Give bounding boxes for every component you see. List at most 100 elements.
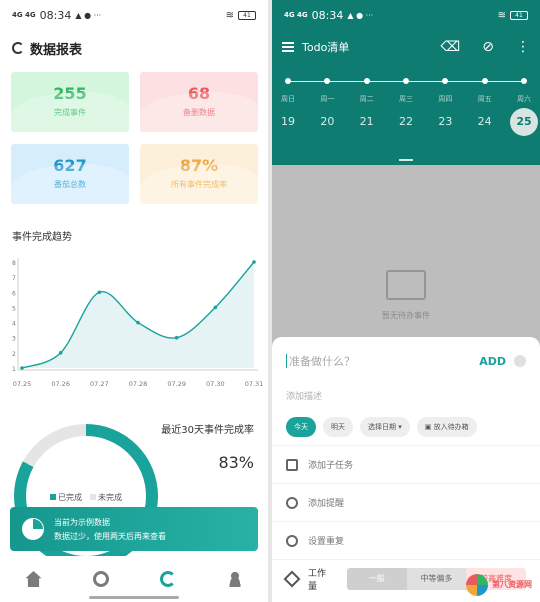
more-icon[interactable]: ⋮	[516, 39, 530, 55]
menu-icon[interactable]	[282, 42, 294, 52]
stat-cards: 255 完成事件 68 备删数据 627 番茄总数 87% 所有事件完成率	[0, 66, 268, 204]
x-tick-label: 07.30	[206, 380, 225, 388]
y-tick-label: 5	[12, 305, 16, 312]
rate-title: 最近30天事件完成率	[161, 425, 254, 436]
data-point	[97, 290, 102, 295]
add-subtask-label: 添加子任务	[308, 461, 354, 471]
status-extra: ▲ ● ···	[75, 10, 102, 20]
wifi-icon: ≋	[497, 9, 506, 21]
watermark-text: 第八资源网	[492, 580, 532, 589]
day-22[interactable]: 22	[392, 108, 420, 136]
workload-label: 工作量	[307, 568, 326, 592]
add-button[interactable]: ADD	[479, 355, 506, 368]
weekday-label: 周三	[399, 95, 413, 103]
x-tick-label: 07.31	[245, 380, 264, 388]
y-tick-label: 6	[12, 290, 16, 297]
inbox-icon	[386, 270, 426, 300]
repeat-label: 设置重复	[308, 537, 345, 547]
toast-line-2: 数据过少，使用两天后再来查看	[54, 531, 166, 541]
battery-icon: 41	[238, 10, 256, 20]
watermark: 第八资源网	[466, 574, 532, 596]
x-tick-label: 07.28	[129, 380, 148, 388]
toggle-icon[interactable]	[514, 355, 526, 367]
week-dot	[363, 78, 370, 84]
page-title: 数据报表	[30, 42, 83, 58]
week-dot	[285, 78, 291, 84]
workload-icon	[283, 570, 301, 587]
y-tick-label: 4	[12, 321, 16, 328]
data-point	[252, 260, 256, 264]
day-23[interactable]: 23	[431, 108, 459, 136]
rate-value: 83%	[218, 453, 254, 472]
weekday-label: 周六	[517, 95, 531, 103]
trend-area	[22, 262, 254, 368]
user-icon[interactable]	[226, 571, 243, 587]
stat-card-pomodoro[interactable]: 627 番茄总数	[11, 144, 129, 204]
legend-item-undone: 未完成	[90, 492, 122, 503]
week-dot	[481, 78, 488, 84]
timer-icon[interactable]	[92, 571, 109, 587]
week-dot	[403, 78, 409, 84]
empty-text: 暂无待办事件	[382, 311, 430, 320]
chip-pick-date[interactable]: 选择日期 ▾	[360, 417, 410, 437]
repeat-row[interactable]: 设置重复	[272, 521, 540, 559]
weekday-label: 周一	[320, 95, 335, 103]
sample-data-toast[interactable]: 当前为示例数据 数据过少，使用两天后再来查看	[10, 507, 258, 551]
home-icon[interactable]	[25, 571, 42, 587]
task-input[interactable]: 准备做什么？	[289, 353, 355, 369]
stat-card-completed[interactable]: 255 完成事件	[11, 72, 129, 132]
weekday-label: 周日	[281, 95, 295, 103]
y-tick-label: 3	[12, 336, 16, 343]
description-input[interactable]: 添加描述	[272, 385, 540, 409]
y-tick-label: 8	[12, 260, 16, 267]
battery-icon: 41	[510, 10, 528, 20]
week-dot	[442, 78, 449, 84]
stat-card-rate[interactable]: 87% 所有事件完成率	[140, 144, 258, 204]
alarm-icon	[286, 496, 298, 509]
y-tick-label: 7	[12, 275, 16, 282]
add-reminder-row[interactable]: 添加提醒	[272, 483, 540, 521]
chip-tomorrow[interactable]: 明天	[323, 417, 353, 437]
weekday-label: 周五	[477, 95, 492, 103]
add-subtask-row[interactable]: 添加子任务	[272, 445, 540, 483]
stat-card-deleted[interactable]: 68 备删数据	[140, 72, 258, 132]
inbox-icon: ▣	[424, 423, 432, 431]
workload-medium[interactable]: 中等偏多	[406, 567, 467, 590]
stats-icon[interactable]	[159, 571, 176, 587]
x-tick-label: 07.27	[90, 380, 109, 388]
eye-off-icon[interactable]: ⊘	[482, 39, 494, 55]
y-tick-label: 1	[12, 366, 16, 373]
chip-inbox[interactable]: ▣ 放入待办箱	[416, 417, 477, 437]
drag-handle[interactable]	[399, 159, 413, 161]
legend-item-done: 已完成	[50, 492, 82, 503]
empty-state: 暂无待办事件	[272, 270, 540, 321]
signal-icon: 4G 4G	[284, 11, 308, 19]
donut-legend: 已完成 未完成	[50, 492, 122, 503]
todo-screen: 4G 4G 08:34 ▲ ● ··· ≋ 41 Todo清单 ⌫ ⊘ ⋮ 周日…	[272, 0, 540, 602]
day-24[interactable]: 24	[471, 108, 499, 136]
add-reminder-label: 添加提醒	[308, 499, 345, 509]
chevron-down-icon: ▾	[398, 423, 402, 431]
todo-header: 4G 4G 08:34 ▲ ● ··· ≋ 41 Todo清单 ⌫ ⊘ ⋮ 周日…	[272, 0, 540, 165]
report-header: 数据报表	[0, 30, 268, 66]
week-dot	[521, 78, 527, 84]
x-tick-label: 07.26	[51, 380, 70, 388]
day-19[interactable]: 19	[274, 108, 302, 136]
status-bar: 4G 4G 08:34 ▲ ● ··· ≋ 41	[272, 0, 540, 30]
pie-chart-icon	[22, 518, 44, 540]
day-21[interactable]: 21	[353, 108, 381, 136]
x-tick-label: 07.25	[13, 380, 32, 388]
chip-today[interactable]: 今天	[286, 417, 316, 437]
day-25[interactable]: 25	[510, 108, 538, 136]
eraser-icon[interactable]: ⌫	[440, 39, 460, 55]
data-point	[136, 320, 140, 325]
home-indicator[interactable]	[89, 596, 179, 599]
weekday-label: 周二	[359, 95, 374, 103]
day-20[interactable]: 20	[313, 108, 341, 136]
watermark-logo-icon	[466, 574, 488, 596]
todo-title: Todo清单	[302, 41, 350, 54]
trend-chart: 1 2 3 4 5 6 7 8 07.25 07.26 07.27 07.28 07.29 07.30 07…	[12, 258, 264, 388]
status-bar: 4G 4G 08:34 ▲ ● ··· ≋ 41	[0, 0, 268, 30]
workload-normal[interactable]: 一般	[346, 567, 407, 590]
trend-title: 事件完成趋势	[12, 232, 72, 243]
